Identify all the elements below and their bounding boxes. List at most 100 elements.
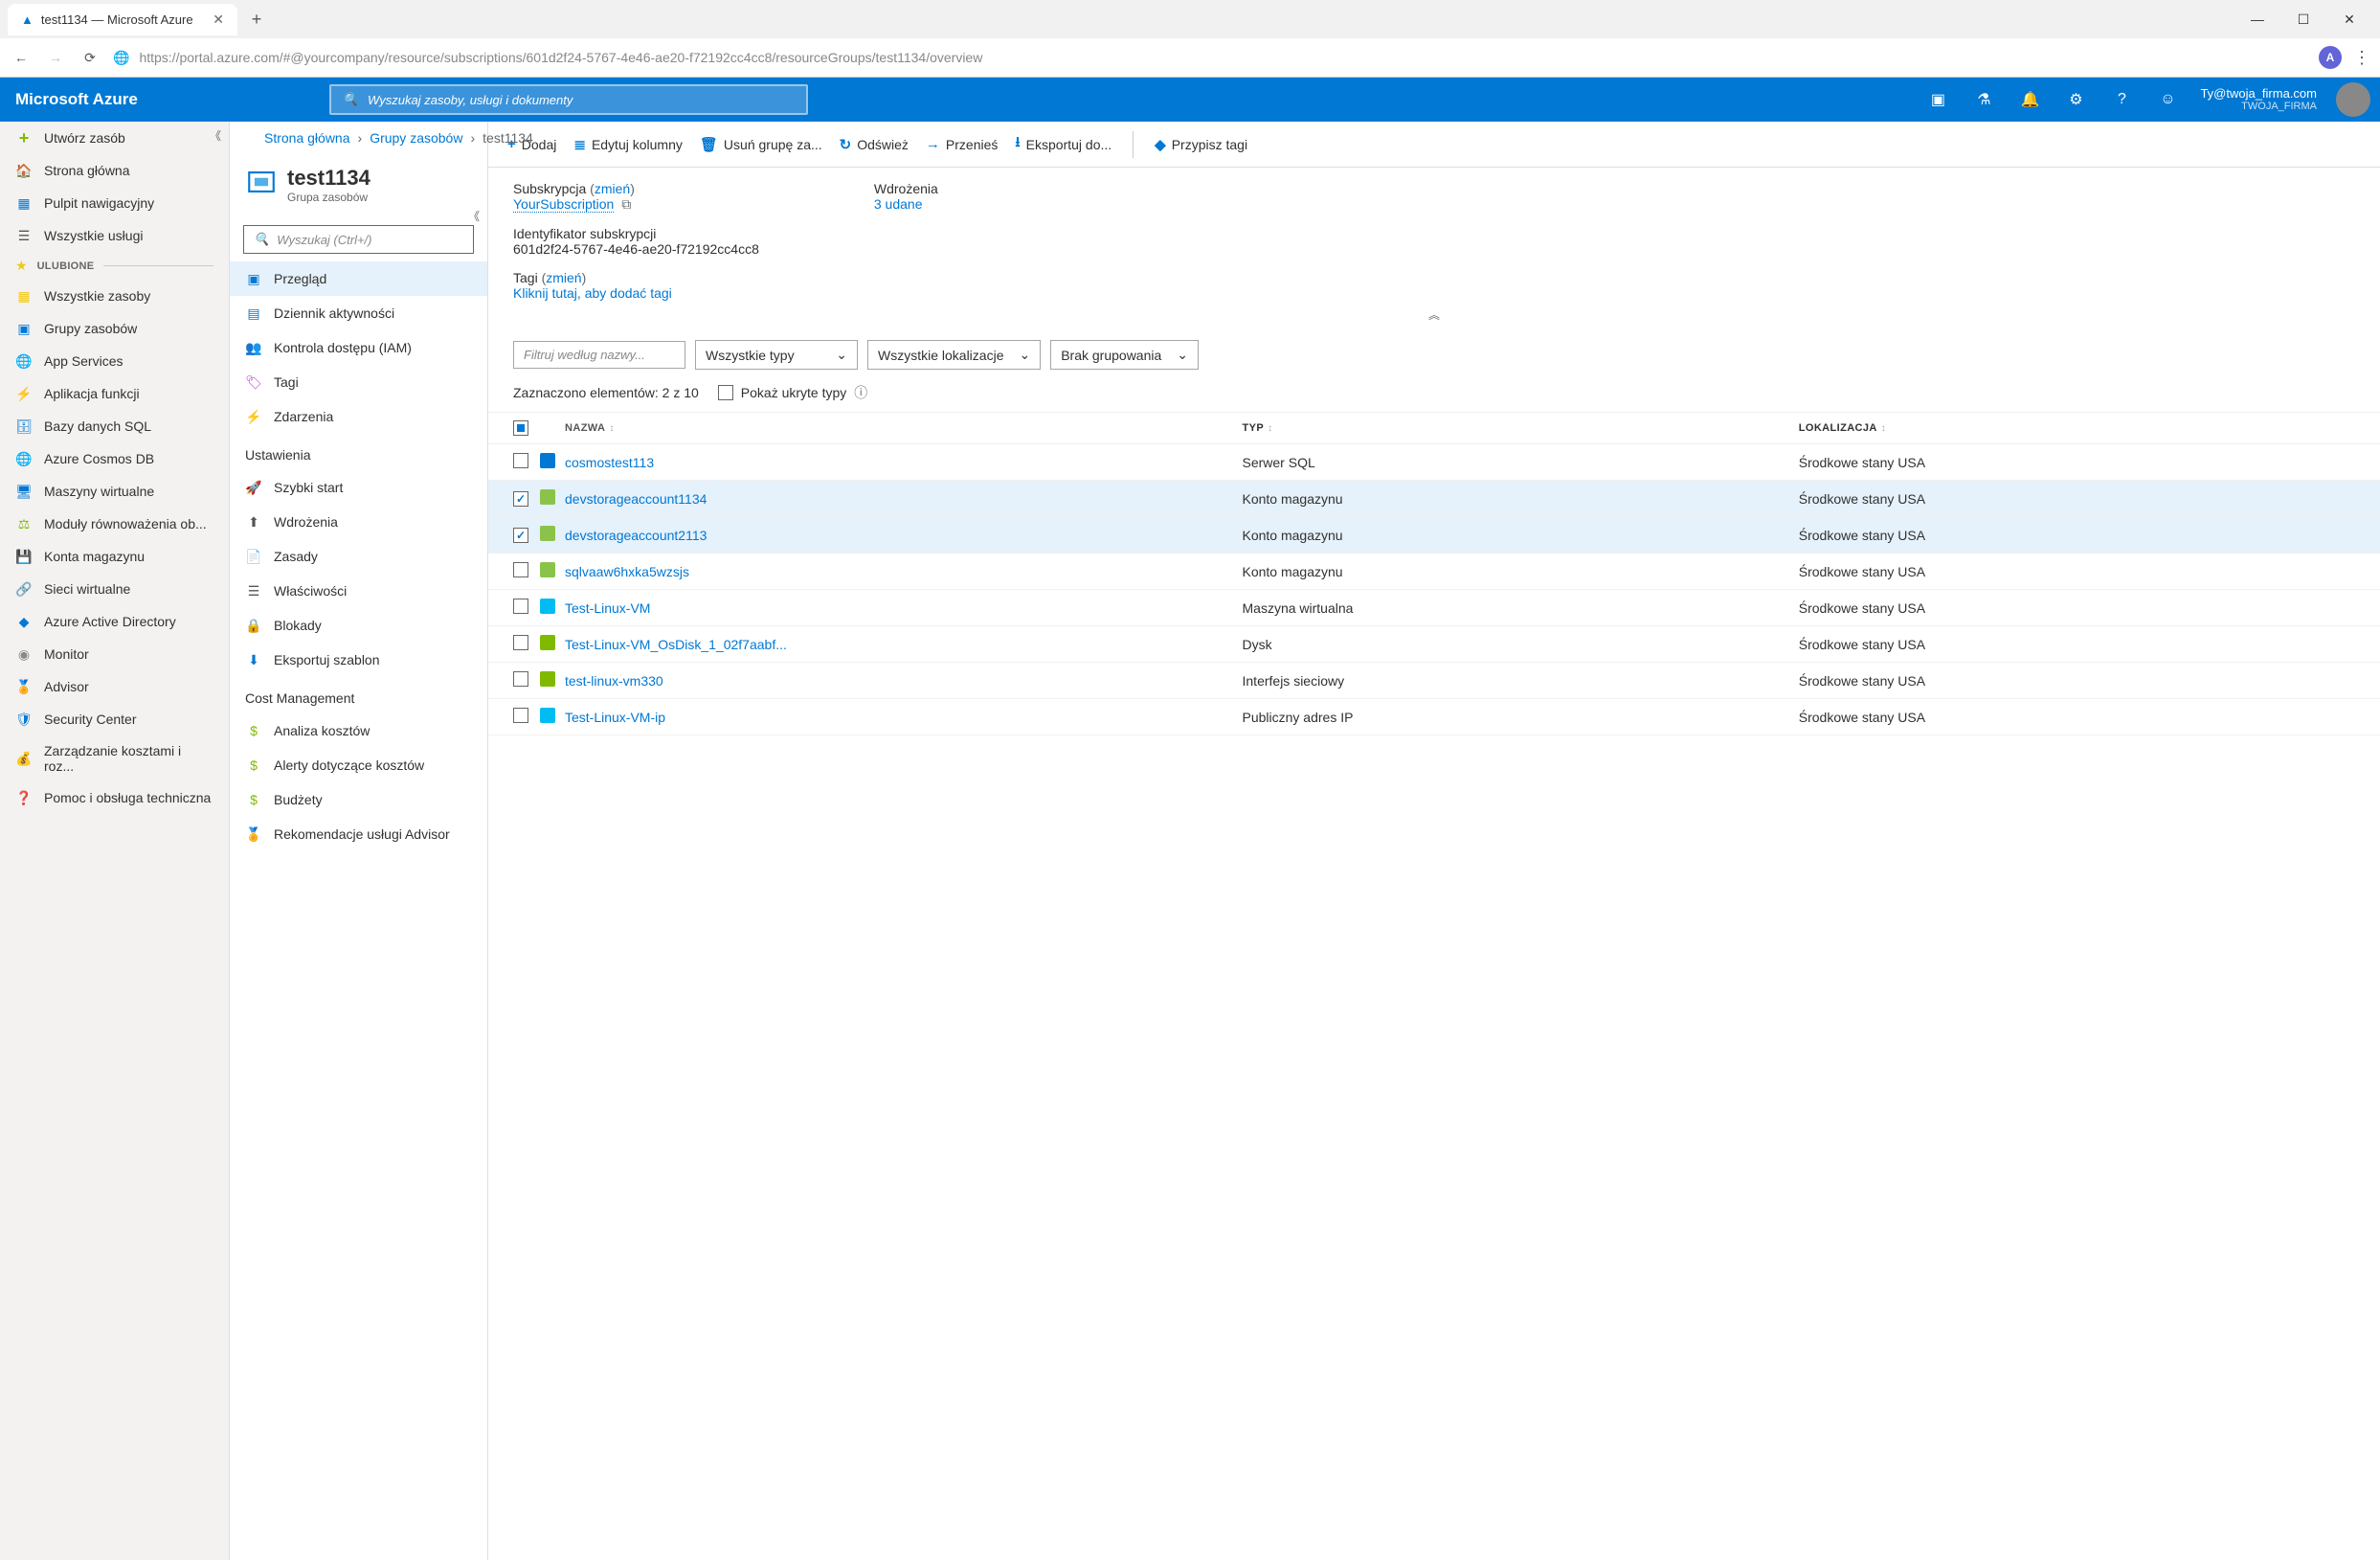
table-row[interactable]: Test-Linux-VM-ip Publiczny adres IP Środ… — [488, 699, 2380, 735]
collapse-blade-icon[interactable]: 《 — [468, 208, 480, 224]
nav-dashboard[interactable]: ▦ Pulpit nawigacyjny — [0, 187, 229, 219]
export-button[interactable]: ⭳Eksportuj do... — [1015, 132, 1111, 156]
nav-favorite-item[interactable]: ⚡Aplikacja funkcji — [0, 377, 229, 410]
blade-menu-item[interactable]: ▣Przegląd — [230, 261, 487, 296]
resource-name-link[interactable]: Test-Linux-VM — [565, 600, 1243, 616]
row-checkbox[interactable] — [513, 671, 528, 687]
blade-menu-item[interactable]: 🏷Tagi — [230, 365, 487, 399]
nav-favorite-item[interactable]: ◆Azure Active Directory — [0, 605, 229, 638]
row-checkbox[interactable] — [513, 528, 528, 543]
col-type-header[interactable]: TYP — [1243, 422, 1265, 434]
copy-icon[interactable]: ⧉ — [621, 196, 631, 212]
nav-favorite-item[interactable]: 🔗Sieci wirtualne — [0, 573, 229, 605]
row-checkbox[interactable] — [513, 562, 528, 577]
row-checkbox[interactable] — [513, 635, 528, 650]
collapse-nav-icon[interactable]: 《 — [210, 127, 221, 144]
back-button[interactable]: ← — [10, 46, 33, 69]
nav-favorite-item[interactable]: ⚖Moduły równoważenia ob... — [0, 508, 229, 540]
table-row[interactable]: devstorageaccount2113 Konto magazynu Śro… — [488, 517, 2380, 554]
resource-name-link[interactable]: devstorageaccount2113 — [565, 528, 1243, 543]
nav-favorite-item[interactable]: ❓Pomoc i obsługa techniczna — [0, 781, 229, 814]
show-hidden-checkbox[interactable] — [718, 385, 733, 400]
grouping-select[interactable]: Brak grupowania⌄ — [1050, 340, 1199, 370]
nav-favorite-item[interactable]: ◉Monitor — [0, 638, 229, 670]
directory-filter-icon[interactable]: ⚗ — [1961, 78, 2007, 122]
blade-menu-item[interactable]: ☰Właściwości — [230, 574, 487, 608]
nav-favorite-item[interactable]: 🗄Bazy danych SQL — [0, 410, 229, 442]
nav-favorite-item[interactable]: 🖥Maszyny wirtualne — [0, 475, 229, 508]
blade-menu-item[interactable]: ⬆Wdrożenia — [230, 505, 487, 539]
change-subscription-link[interactable]: zmień — [595, 181, 630, 196]
maximize-button[interactable]: ☐ — [2292, 11, 2315, 28]
nav-home[interactable]: 🏠 Strona główna — [0, 154, 229, 187]
user-menu[interactable]: Ty@twoja_firma.com TWOJA_FIRMA — [2190, 86, 2326, 114]
blade-menu-item[interactable]: $Alerty dotyczące kosztów — [230, 748, 487, 782]
close-icon[interactable]: ✕ — [213, 11, 224, 28]
blade-menu-item[interactable]: ⬇Eksportuj szablon — [230, 643, 487, 677]
minimize-button[interactable]: — — [2246, 11, 2269, 28]
blade-menu-item[interactable]: 🔒Blokady — [230, 608, 487, 643]
type-filter-select[interactable]: Wszystkie typy⌄ — [695, 340, 858, 370]
reload-button[interactable]: ⟳ — [79, 46, 101, 69]
table-row[interactable]: test-linux-vm330 Interfejs sieciowy Środ… — [488, 663, 2380, 699]
create-resource[interactable]: + Utwórz zasób — [0, 122, 229, 154]
notifications-icon[interactable]: 🔔 — [2007, 78, 2053, 122]
blade-menu-item[interactable]: ⚡Zdarzenia — [230, 399, 487, 434]
blade-menu-item[interactable]: $Budżety — [230, 782, 487, 817]
url-bar[interactable]: 🌐 https://portal.azure.com/#@yourcompany… — [113, 50, 2307, 66]
edit-columns-button[interactable]: ≣Edytuj kolumny — [573, 136, 683, 153]
row-checkbox[interactable] — [513, 491, 528, 507]
blade-menu-item[interactable]: $Analiza kosztów — [230, 713, 487, 748]
nav-favorite-item[interactable]: 💰Zarządzanie kosztami i roz... — [0, 735, 229, 781]
nav-favorite-item[interactable]: 🛡Security Center — [0, 703, 229, 735]
col-location-header[interactable]: LOKALIZACJA — [1799, 422, 1877, 434]
blade-menu-item[interactable]: ▤Dziennik aktywności — [230, 296, 487, 330]
resource-name-link[interactable]: test-linux-vm330 — [565, 673, 1243, 689]
browser-tab[interactable]: ▲ test1134 — Microsoft Azure ✕ — [8, 4, 237, 35]
deployments-link[interactable]: 3 udane — [874, 196, 923, 212]
blade-menu-item[interactable]: 🚀Szybki start — [230, 470, 487, 505]
nav-favorite-item[interactable]: ▣Grupy zasobów — [0, 312, 229, 345]
nav-all-services[interactable]: ☰ Wszystkie usługi — [0, 219, 229, 252]
nav-favorite-item[interactable]: 🌐Azure Cosmos DB — [0, 442, 229, 475]
nav-favorite-item[interactable]: 💾Konta magazynu — [0, 540, 229, 573]
table-row[interactable]: Test-Linux-VM_OsDisk_1_02f7aabf... Dysk … — [488, 626, 2380, 663]
subscription-link[interactable]: YourSubscription — [513, 196, 614, 213]
resource-name-link[interactable]: sqlvaaw6hxka5wzsjs — [565, 564, 1243, 579]
row-checkbox[interactable] — [513, 599, 528, 614]
blade-menu-item[interactable]: 🏅Rekomendacje usługi Advisor — [230, 817, 487, 851]
table-row[interactable]: Test-Linux-VM Maszyna wirtualna Środkowe… — [488, 590, 2380, 626]
global-search[interactable]: 🔍 Wyszukaj zasoby, usługi i dokumenty — [329, 84, 808, 115]
user-avatar-icon[interactable] — [2336, 82, 2370, 117]
change-tags-link[interactable]: zmień — [546, 270, 581, 285]
resource-name-link[interactable]: cosmostest113 — [565, 455, 1243, 470]
feedback-icon[interactable]: ☺ — [2144, 78, 2190, 122]
brand[interactable]: Microsoft Azure — [15, 90, 138, 109]
collapse-essentials-icon[interactable]: ︽ — [488, 305, 2380, 330]
refresh-button[interactable]: ↻Odśwież — [840, 136, 909, 153]
nav-favorite-item[interactable]: 🏅Advisor — [0, 670, 229, 703]
resource-name-link[interactable]: Test-Linux-VM-ip — [565, 710, 1243, 725]
row-checkbox[interactable] — [513, 453, 528, 468]
close-window-button[interactable]: ✕ — [2338, 11, 2361, 28]
blade-menu-item[interactable]: 📄Zasady — [230, 539, 487, 574]
select-all-checkbox[interactable] — [513, 420, 528, 436]
blade-search[interactable]: 🔍 Wyszukaj (Ctrl+/) — [243, 225, 474, 254]
table-row[interactable]: cosmostest113 Serwer SQL Środkowe stany … — [488, 444, 2380, 481]
forward-button[interactable]: → — [44, 46, 67, 69]
new-tab-button[interactable]: + — [243, 6, 270, 33]
delete-button[interactable]: 🗑Usuń grupę za... — [700, 136, 822, 153]
table-row[interactable]: sqlvaaw6hxka5wzsjs Konto magazynu Środko… — [488, 554, 2380, 590]
nav-favorite-item[interactable]: 🌐App Services — [0, 345, 229, 377]
nav-favorite-item[interactable]: ▦Wszystkie zasoby — [0, 280, 229, 312]
move-button[interactable]: →Przenieś — [926, 136, 998, 152]
blade-menu-item[interactable]: 👥Kontrola dostępu (IAM) — [230, 330, 487, 365]
add-tags-link[interactable]: Kliknij tutaj, aby dodać tagi — [513, 285, 672, 301]
help-icon[interactable]: ? — [2099, 78, 2144, 122]
menu-icon[interactable]: ⋮ — [2353, 48, 2370, 68]
table-row[interactable]: devstorageaccount1134 Konto magazynu Śro… — [488, 481, 2380, 517]
resource-name-link[interactable]: Test-Linux-VM_OsDisk_1_02f7aabf... — [565, 637, 1243, 652]
resource-name-link[interactable]: devstorageaccount1134 — [565, 491, 1243, 507]
cloud-shell-icon[interactable]: ▣ — [1915, 78, 1961, 122]
name-filter-input[interactable]: Filtruj według nazwy... — [513, 341, 685, 369]
